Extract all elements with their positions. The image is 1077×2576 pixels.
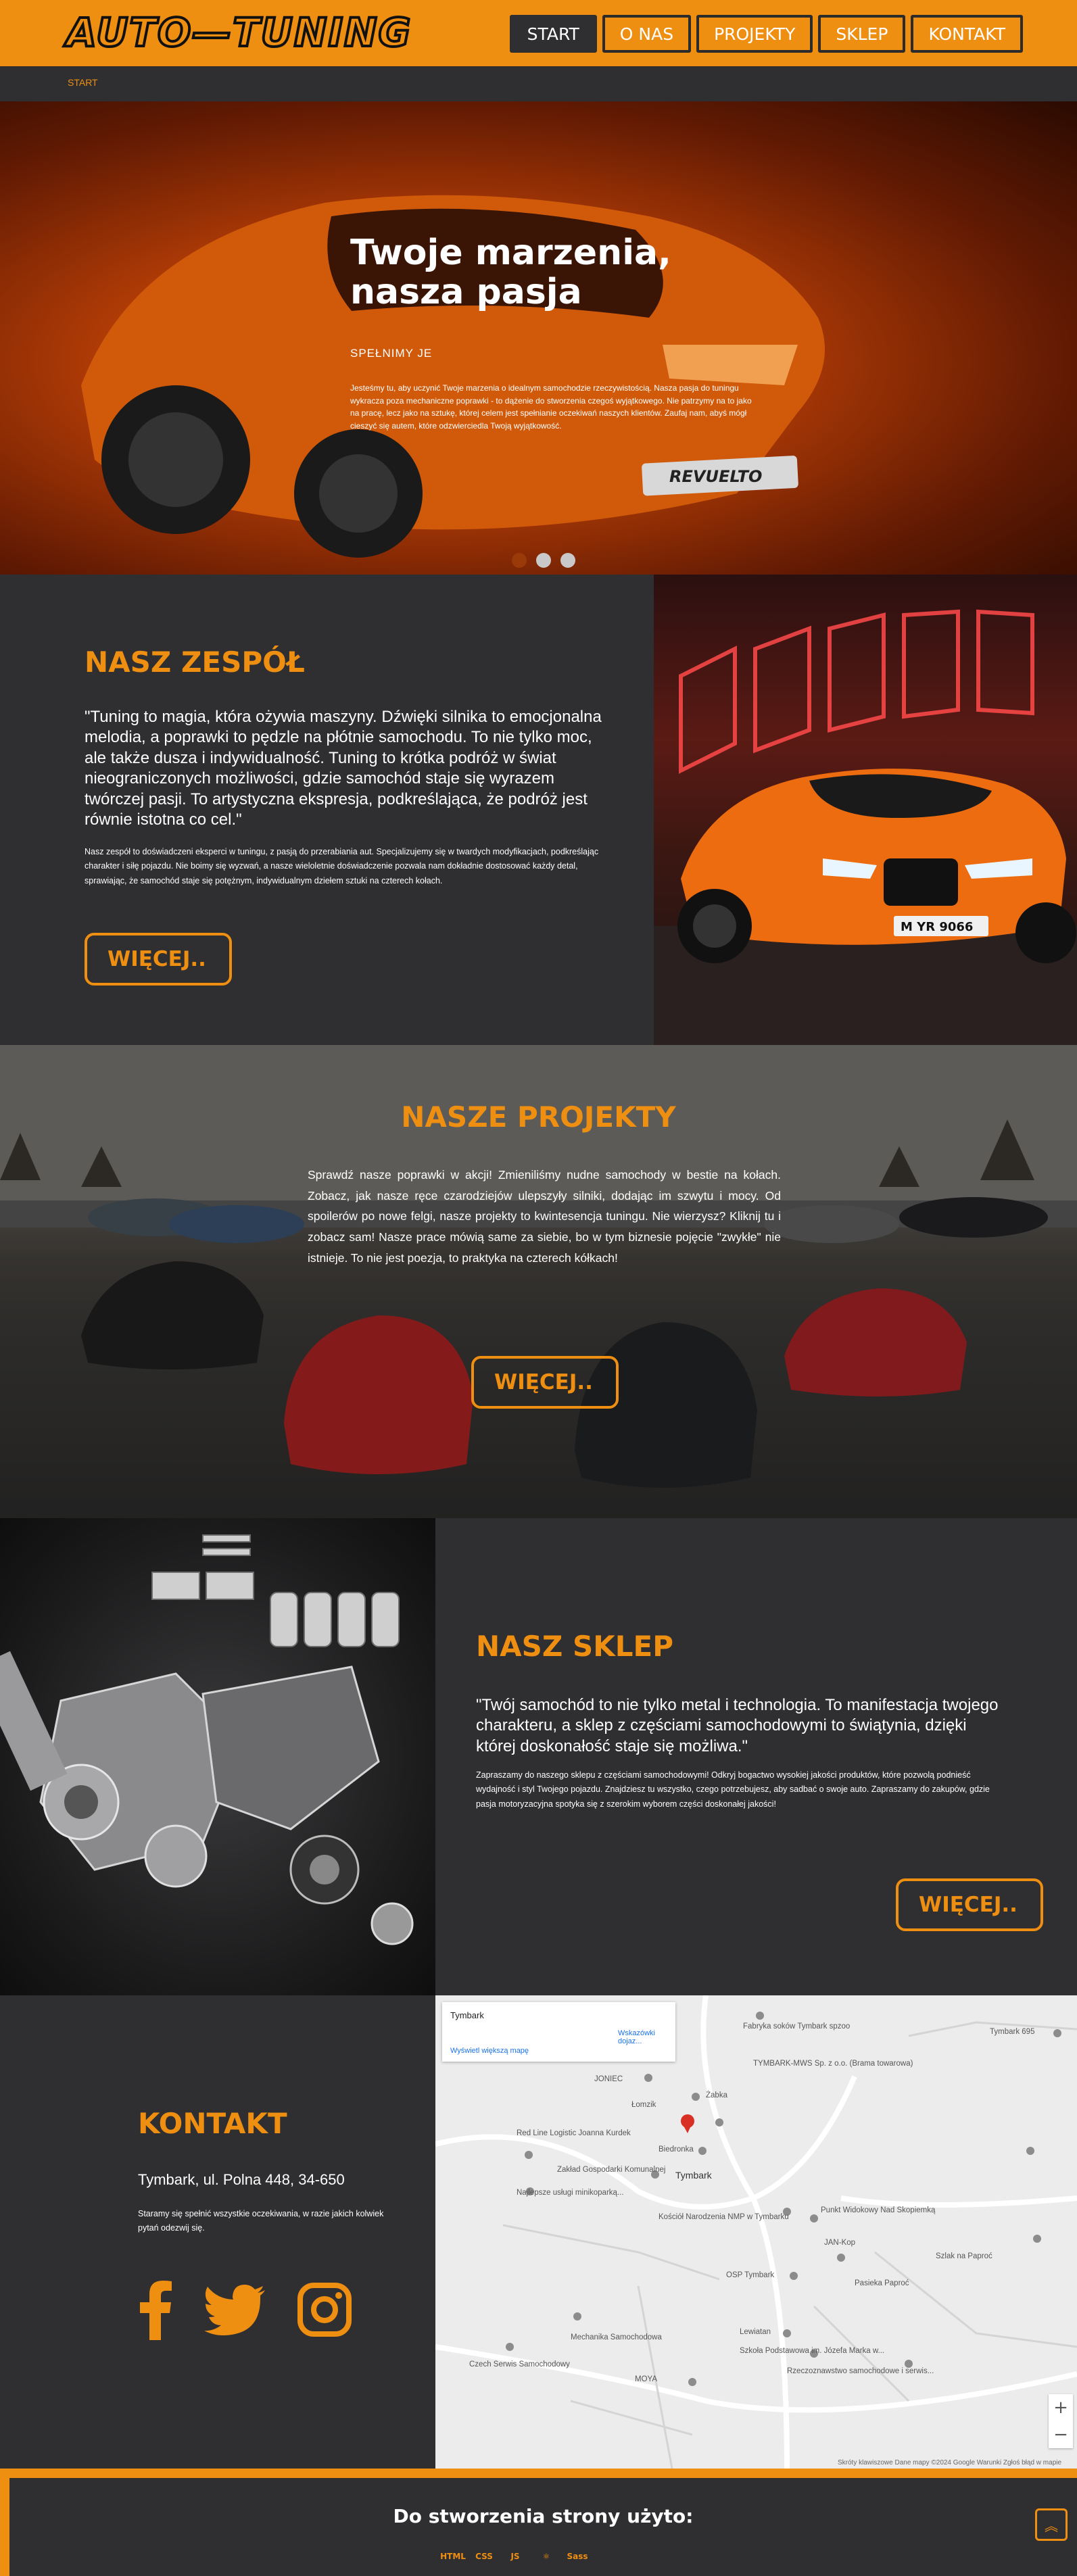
map-label: Szlak na Paproć [936,2252,992,2260]
shop-title: NASZ SKLEP [476,1630,674,1663]
logo[interactable]: AUTO—TUNING [65,7,412,58]
hero-title: Twoje marzenia, nasza pasja [350,233,671,313]
zoom-out-icon[interactable]: − [1053,2425,1068,2445]
map-bigger-link[interactable]: Wyświetl większą mapę [450,2047,529,2055]
nav-about-button[interactable]: O NAS [602,15,692,53]
hero-subtitle: SPEŁNIMY JE [350,347,433,360]
nav-menu: START O NAS PROJEKTY SKLEP KONTAKT [509,15,1023,53]
logo-text: AUTO—TUNING [65,8,412,57]
hero-car-image: REVUELTO [81,195,825,558]
map-label: Żabka [706,2091,727,2099]
social-links [138,2279,352,2340]
map-label: TYMBARK-MWS Sp. z o.o. (Brama towarowa) [753,2060,913,2068]
scroll-top-button[interactable]: ︽ [1035,2508,1068,2541]
map-place-name: Tymbark [450,2010,484,2020]
team-more-button[interactable]: WIĘCEJ.. [85,933,232,986]
map-label: Łomzik [631,2101,656,2109]
chevron-up-icon: ︽ [1045,2517,1058,2534]
bmw-car-image: M YR 9066 [654,609,1077,1045]
shop-more-button[interactable]: WIĘCEJ.. [896,1878,1043,1931]
map-label: Najlepsze usługi minikoparką... [517,2189,624,2197]
map-zoom-controls[interactable]: + − [1049,2394,1073,2448]
map-label: Tymbark [675,2170,712,2181]
map-label: JAN-Kop [824,2239,856,2247]
map-label: Biedronka [659,2145,694,2154]
nav-projects-button[interactable]: PROJEKTY [696,15,813,53]
nav-shop-button[interactable]: SKLEP [818,15,906,53]
contact-section: KONTAKT Tymbark, ul. Polna 448, 34-650 S… [0,1995,1077,2469]
map-attribution[interactable]: Skróty klawiszowe Dane mapy ©2024 Google… [838,2459,1061,2466]
slider-dot-2[interactable] [536,553,551,568]
slider-dot-1[interactable] [512,553,527,568]
hero-slider: REVUELTO Twoje marzenia, nasza pasja SPE… [0,101,1077,575]
projects-text: Sprawdź nasze poprawki w akcji! Zmienili… [308,1168,781,1265]
map-info-box: Tymbark Wskazówki dojaz... Wyświetl więk… [442,2002,675,2062]
css3-icon: CSS [475,2552,493,2561]
map-label: Pasieka Paproć [855,2279,909,2287]
hero-plate-text: REVUELTO [669,467,762,486]
slider-dots [512,553,575,568]
engine-parts-image [0,1534,414,1945]
react-icon: ⚛ [542,2552,550,2561]
google-map[interactable]: Tymbark Wskazówki dojaz... Wyświetl więk… [435,1995,1077,2469]
zoom-in-icon[interactable]: + [1053,2398,1068,2418]
contact-text: Staramy się spełnić wszystkie oczekiwani… [138,2209,384,2233]
map-label: Szkoła Podstawowa im. Józefa Marka w... [740,2347,885,2355]
map-label: Czech Serwis Samochodowy [469,2360,570,2368]
js-icon: JS [510,2552,520,2561]
map-label: Fabryka soków Tymbark spzoo [743,2022,851,2031]
hero-text: Jesteśmy tu, aby uczynić Twoje marzenia … [350,383,752,431]
breadcrumb[interactable]: START [68,77,98,88]
projects-more-button[interactable]: WIĘCEJ.. [471,1356,619,1409]
map-label: Red Line Logistic Joanna Kurdek [517,2129,631,2137]
map-label: Lewiatan [740,2328,771,2336]
map-label: Mechanika Samochodowa [571,2333,662,2341]
shop-text: Zapraszamy do naszego sklepu z częściami… [476,1770,990,1809]
nav-contact-button[interactable]: KONTAKT [911,15,1023,53]
slider-dot-3[interactable] [560,553,575,568]
shop-quote: "Twój samochód to nie tylko metal i tech… [476,1696,999,1755]
bmw-plate-text: M YR 9066 [901,920,973,934]
html5-icon: HTML [440,2552,466,2561]
team-title: NASZ ZESPÓŁ [85,646,305,679]
tech-icons: HTML CSS JS ⚛ Sass [440,2546,588,2567]
map-label: Zakład Gospodarki Komunalnej [557,2166,666,2174]
team-photo: M YR 9066 [654,575,1077,1045]
shop-engine-image [0,1518,435,1995]
facebook-icon[interactable] [138,2279,173,2340]
map-label: OSP Tymbark [726,2271,775,2279]
map-label: JONIEC [594,2075,623,2083]
footer: Do stworzenia strony użyto: HTML CSS JS … [0,2469,1077,2576]
team-quote: "Tuning to magia, która ożywia maszyny. … [85,708,602,829]
team-section: NASZ ZESPÓŁ "Tuning to magia, która ożyw… [0,575,1077,1045]
map-label: Punkt Widokowy Nad Skopiemką [821,2206,936,2214]
projects-title: NASZE PROJEKTY [401,1100,676,1134]
twitter-icon[interactable] [204,2284,266,2335]
team-text: Nasz zespół to doświadczeni eksperci w t… [85,847,599,885]
instagram-icon[interactable] [297,2283,352,2337]
sass-icon: Sass [567,2552,588,2561]
nav-start-button[interactable]: START [509,15,597,53]
footer-title: Do stworzenia strony użyto: [393,2505,694,2527]
contact-address: Tymbark, ul. Polna 448, 34-650 [138,2171,345,2188]
breadcrumb-bar: START [0,66,1077,101]
projects-section: NASZE PROJEKTY Sprawdź nasze poprawki w … [0,1045,1077,1518]
shop-section: NASZ SKLEP "Twój samochód to nie tylko m… [0,1518,1077,1995]
map-label: MOYA [635,2375,658,2383]
map-label: Kościół Narodzenia NMP w Tymbarku [659,2213,789,2221]
top-navbar: AUTO—TUNING START O NAS PROJEKTY SKLEP K… [0,0,1077,66]
map-directions-link[interactable]: Wskazówki dojaz... [618,2029,675,2045]
contact-title: KONTAKT [138,2107,287,2140]
map-label: Tymbark 695 [990,2028,1035,2036]
map-label: Rzeczoznawstwo samochodowe i serwis... [787,2367,934,2375]
